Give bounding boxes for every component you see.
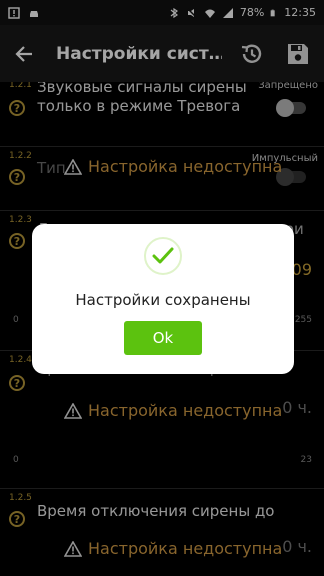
dialog-message: Настройки сохранены	[75, 291, 251, 309]
saved-dialog: Настройки сохранены Ok	[32, 224, 294, 374]
ok-button[interactable]: Ok	[124, 321, 202, 355]
success-check-icon	[144, 237, 182, 275]
